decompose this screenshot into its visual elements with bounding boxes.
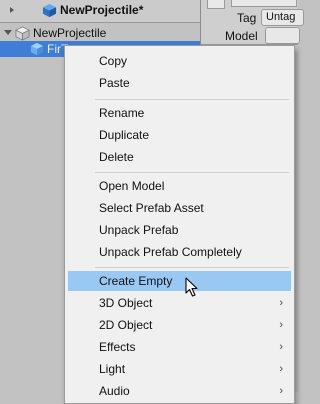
expand-arrow-icon[interactable] — [4, 30, 12, 35]
menu-item-create-empty[interactable]: Create Empty — [68, 271, 291, 291]
menu-item-rename[interactable]: Rename — [68, 103, 291, 123]
menu-separator — [95, 267, 289, 268]
menu-item-label: Create Empty — [99, 274, 173, 288]
submenu-arrow-icon: › — [279, 363, 283, 375]
menu-item-light[interactable]: Light › — [68, 359, 291, 379]
menu-item-label: Unpack Prefab Completely — [99, 245, 242, 259]
menu-item-label: Audio — [99, 384, 130, 398]
menu-item-label: Light — [99, 362, 126, 376]
menu-item-select-prefab-asset[interactable]: Select Prefab Asset — [68, 198, 291, 218]
menu-item-label: Open Model — [99, 179, 165, 193]
menu-item-copy[interactable]: Copy — [68, 51, 291, 71]
submenu-arrow-icon: › — [279, 297, 283, 309]
menu-item-2d-object[interactable]: 2D Object › — [68, 315, 291, 335]
inspector-header: Tag Untag Model — [201, 0, 304, 44]
menu-item-label: Delete — [99, 150, 134, 164]
menu-separator — [95, 172, 289, 173]
menu-item-unpack-prefab-completely[interactable]: Unpack Prefab Completely — [68, 242, 291, 262]
menu-item-open-model[interactable]: Open Model — [68, 176, 291, 196]
menu-item-label: Select Prefab Asset — [99, 201, 204, 215]
menu-item-label: 3D Object — [99, 296, 153, 310]
prefab-cube-icon — [42, 3, 57, 23]
menu-item-label: Copy — [99, 54, 128, 68]
tag-dropdown[interactable]: Untag — [261, 9, 304, 26]
hierarchy-root-label: NewProjectile — [33, 26, 107, 40]
menu-item-label: Paste — [99, 76, 130, 90]
model-field[interactable] — [265, 27, 300, 44]
menu-item-unpack-prefab[interactable]: Unpack Prefab — [68, 220, 291, 240]
tag-label: Tag — [237, 11, 257, 25]
menu-item-paste[interactable]: Paste — [68, 73, 291, 93]
menu-item-label: 2D Object — [99, 318, 153, 332]
menu-separator — [95, 99, 289, 100]
menu-item-label: Effects — [99, 340, 136, 354]
menu-item-delete[interactable]: Delete — [68, 147, 291, 167]
hierarchy-header: NewProjectile* — [0, 0, 200, 23]
mouse-cursor-icon — [185, 277, 199, 302]
menu-item-3d-object[interactable]: 3D Object › — [68, 293, 291, 313]
submenu-arrow-icon: › — [279, 341, 283, 353]
name-field[interactable] — [231, 0, 297, 7]
menu-item-label: Rename — [99, 106, 145, 120]
submenu-arrow-icon: › — [279, 319, 283, 331]
context-menu: Copy Paste Rename Duplicate Delete Open … — [64, 45, 295, 404]
menu-item-effects[interactable]: Effects › — [68, 337, 291, 357]
menu-item-label: Unpack Prefab — [99, 223, 179, 237]
model-label: Model — [225, 29, 258, 43]
hierarchy-title: NewProjectile* — [60, 3, 144, 17]
prefab-cube-icon — [30, 42, 44, 61]
submenu-arrow-icon: › — [279, 385, 283, 397]
object-icon — [207, 0, 225, 9]
menu-item-duplicate[interactable]: Duplicate — [68, 125, 291, 145]
hierarchy-row-root[interactable]: NewProjectile — [0, 25, 200, 41]
menu-item-label: Duplicate — [99, 128, 150, 142]
collapse-arrow-icon[interactable] — [10, 7, 14, 13]
menu-item-audio[interactable]: Audio › — [68, 381, 291, 401]
